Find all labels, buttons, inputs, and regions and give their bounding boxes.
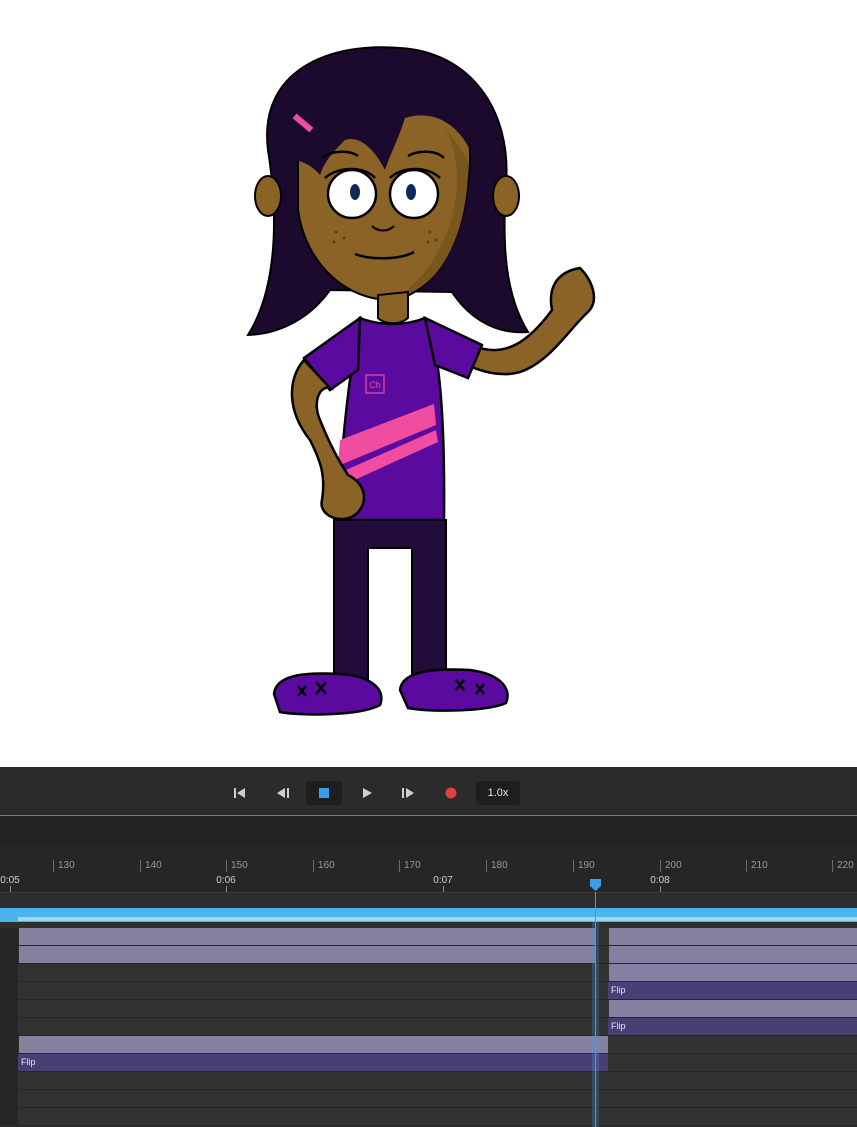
track-row[interactable] [0, 1108, 857, 1126]
frame-tick: 140 [140, 860, 162, 872]
track-clip[interactable] [609, 946, 857, 963]
character-puppet[interactable]: Ch [0, 0, 857, 767]
shirt-logo-badge: Ch [369, 380, 381, 390]
time-mark [226, 886, 227, 892]
track-row[interactable] [0, 1072, 857, 1090]
frame-tick: 180 [486, 860, 508, 872]
track-clip[interactable] [609, 1000, 857, 1017]
frame-tick: 150 [226, 860, 248, 872]
step-back-icon [277, 788, 289, 798]
step-back-button[interactable] [273, 781, 293, 805]
time-mark [10, 886, 11, 892]
flip-clip-label: Flip [611, 1021, 626, 1031]
time-tick: 0:06 [216, 875, 236, 886]
track-row[interactable]: Flip [0, 1054, 857, 1072]
frame-tick: 170 [399, 860, 421, 872]
track-clip[interactable] [609, 964, 857, 981]
frame-tick: 210 [746, 860, 768, 872]
time-tick: 0:08 [650, 875, 670, 886]
frame-tick: 130 [53, 860, 75, 872]
timeline-header-spacer [0, 816, 857, 844]
step-forward-icon [402, 788, 414, 798]
work-area-bar[interactable] [0, 908, 857, 922]
frame-tick: 200 [660, 860, 682, 872]
track-clip[interactable] [19, 928, 596, 945]
flip-clip-label: Flip [611, 985, 626, 995]
track-row[interactable] [0, 928, 857, 946]
track-row[interactable] [0, 1036, 857, 1054]
record-icon [445, 787, 457, 799]
step-forward-button[interactable] [398, 781, 418, 805]
track-row[interactable] [0, 1090, 857, 1108]
stop-icon [319, 788, 329, 798]
time-tick: 0:05 [0, 875, 20, 886]
frame-tick: 160 [313, 860, 335, 872]
frame-tick: 220 [832, 860, 854, 872]
track-row[interactable]: Flip [0, 1018, 857, 1036]
track-row[interactable]: Flip [0, 982, 857, 1000]
time-tick: 0:07 [433, 875, 453, 886]
frame-tick: 190 [573, 860, 595, 872]
playhead-handle-icon[interactable] [589, 878, 602, 892]
timeline-ruler[interactable]: 130 140 150 160 170 180 190 200 210 220 … [0, 844, 857, 893]
flip-clip[interactable]: Flip [18, 1054, 608, 1071]
skip-to-start-button[interactable] [230, 781, 250, 805]
transport-bar: 1.0x [0, 767, 857, 816]
flip-clip[interactable]: Flip [608, 982, 857, 999]
record-button[interactable] [441, 781, 461, 805]
playhead-line[interactable] [595, 892, 596, 1127]
time-mark [443, 886, 444, 892]
play-button[interactable] [357, 781, 377, 805]
playback-speed-button[interactable]: 1.0x [476, 781, 520, 805]
stop-button[interactable] [306, 781, 342, 805]
track-row[interactable] [0, 946, 857, 964]
skip-to-start-icon [234, 788, 245, 798]
flip-clip[interactable]: Flip [608, 1018, 857, 1035]
track-row[interactable] [0, 1000, 857, 1018]
play-icon [363, 788, 372, 798]
track-clip[interactable] [19, 946, 596, 963]
timeline-tracks[interactable]: Flip Flip Flip [0, 893, 857, 1127]
flip-clip-label: Flip [21, 1057, 36, 1067]
track-clip[interactable] [609, 928, 857, 945]
track-row[interactable] [0, 964, 857, 982]
track-clip[interactable] [19, 1036, 608, 1053]
stage-canvas[interactable]: Ch [0, 0, 857, 767]
time-mark [660, 886, 661, 892]
